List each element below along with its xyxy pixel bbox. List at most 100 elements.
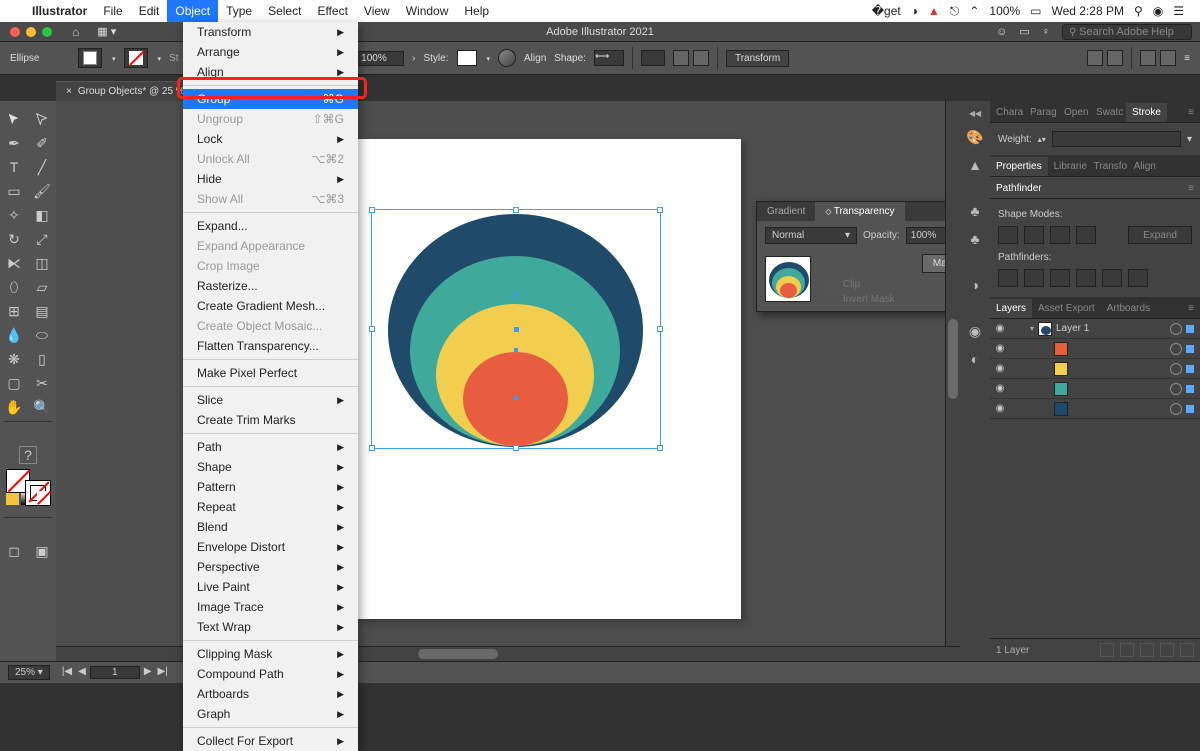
- properties-tab[interactable]: Properties: [990, 157, 1048, 176]
- next-artboard-icon[interactable]: ▶: [142, 666, 154, 679]
- fill-swatch[interactable]: [78, 48, 102, 68]
- selection-indicator[interactable]: [1186, 345, 1194, 353]
- resize-handle[interactable]: [513, 445, 519, 451]
- stroke-swatch[interactable]: [124, 48, 148, 68]
- visibility-toggle-icon[interactable]: ◉: [990, 403, 1010, 414]
- menu-file[interactable]: File: [95, 0, 130, 22]
- minus-front-icon[interactable]: [1024, 226, 1044, 244]
- direct-selection-tool[interactable]: [28, 107, 56, 131]
- corner-radius-input[interactable]: [641, 50, 665, 66]
- menu-item-lock[interactable]: Lock▶: [183, 129, 358, 149]
- opacity-input[interactable]: 100%: [356, 51, 404, 66]
- menu-item-live-paint[interactable]: Live Paint▶: [183, 577, 358, 597]
- zoom-level-input[interactable]: 25% ▾: [8, 665, 50, 680]
- target-icon[interactable]: [1170, 323, 1182, 335]
- symbols-panel-icon[interactable]: ♣: [966, 202, 984, 220]
- opacity-arrow[interactable]: ›: [412, 53, 415, 64]
- align-pixel-icon[interactable]: [1140, 50, 1156, 66]
- prev-artboard-icon[interactable]: ◀: [76, 666, 88, 679]
- swatches-panel-icon[interactable]: ◑: [966, 276, 984, 294]
- graphic-styles-panel-icon[interactable]: ◐: [966, 350, 984, 368]
- type-tool[interactable]: T: [0, 155, 28, 179]
- layer-row-parent[interactable]: ◉ ▾ Layer 1: [990, 319, 1200, 339]
- anchor-point[interactable]: [514, 293, 518, 297]
- menu-item-expand-[interactable]: Expand...: [183, 216, 358, 236]
- transparency-thumbnail[interactable]: [765, 256, 811, 302]
- edit-toolbar-button[interactable]: ?: [0, 443, 56, 467]
- menu-item-text-wrap[interactable]: Text Wrap▶: [183, 617, 358, 637]
- char-tab[interactable]: Chara: [990, 103, 1024, 122]
- clock[interactable]: Wed 2:28 PM: [1049, 4, 1125, 18]
- dock-collapse-icon[interactable]: ◀◀: [969, 109, 981, 118]
- scale-tool[interactable]: ⤢: [28, 227, 56, 251]
- delete-layer-icon[interactable]: [1180, 643, 1194, 657]
- layer-name[interactable]: Layer 1: [1056, 323, 1170, 334]
- spotlight-icon[interactable]: ⚲: [1132, 4, 1145, 18]
- merge-icon[interactable]: [1050, 269, 1070, 287]
- trim-icon[interactable]: [1024, 269, 1044, 287]
- blend-mode-select[interactable]: Normal▾: [765, 227, 857, 244]
- visibility-toggle-icon[interactable]: ◉: [990, 383, 1010, 394]
- artboard-nav[interactable]: |◀ ◀ 1 ▶ ▶|: [60, 666, 170, 679]
- menu-item-align[interactable]: Align▶: [183, 62, 358, 82]
- curvature-tool[interactable]: ✐: [28, 131, 56, 155]
- object-menu-dropdown[interactable]: Transform▶Arrange▶Align▶Group⌘GUngroup⇧⌘…: [183, 22, 358, 751]
- menu-item-rasterize-[interactable]: Rasterize...: [183, 276, 358, 296]
- artboard-index-input[interactable]: 1: [90, 666, 140, 679]
- layer-row-ellipse[interactable]: ◉: [990, 399, 1200, 419]
- first-artboard-icon[interactable]: |◀: [60, 666, 74, 679]
- selection-indicator[interactable]: [1186, 405, 1194, 413]
- app-menu[interactable]: Illustrator: [24, 4, 95, 18]
- panel-menu-icon[interactable]: ≡: [1182, 299, 1200, 318]
- cc-sync-icon[interactable]: ◑: [909, 4, 920, 18]
- control-center-icon[interactable]: ☰: [1171, 4, 1186, 18]
- selection-indicator[interactable]: [1186, 385, 1194, 393]
- center-anchor[interactable]: [514, 327, 519, 332]
- free-transform-tool[interactable]: ◫: [28, 251, 56, 275]
- menu-object[interactable]: Object: [167, 0, 218, 22]
- pen-tool[interactable]: ✒: [0, 131, 28, 155]
- menu-item-slice[interactable]: Slice▶: [183, 390, 358, 410]
- menu-item-compound-path[interactable]: Compound Path▶: [183, 664, 358, 684]
- pathfinder-tab[interactable]: Pathfinder: [990, 179, 1048, 198]
- menu-select[interactable]: Select: [260, 0, 309, 22]
- appearance-panel-icon[interactable]: ◉: [966, 322, 984, 340]
- user-icon[interactable]: ☺: [996, 26, 1007, 38]
- menu-item-create-trim-marks[interactable]: Create Trim Marks: [183, 410, 358, 430]
- new-sublayer-icon[interactable]: [1140, 643, 1154, 657]
- gradient-tool[interactable]: ▤: [28, 299, 56, 323]
- align-label[interactable]: Align: [524, 53, 546, 64]
- menu-item-pattern[interactable]: Pattern▶: [183, 477, 358, 497]
- menu-item-collect-for-export[interactable]: Collect For Export▶: [183, 731, 358, 751]
- layer-row-ellipse[interactable]: ◉: [990, 379, 1200, 399]
- window-minimize-icon[interactable]: [26, 27, 36, 37]
- transparency-tab[interactable]: ◇ Transparency: [815, 202, 904, 221]
- panel-menu-icon[interactable]: ≡: [1182, 179, 1200, 198]
- resize-handle[interactable]: [369, 445, 375, 451]
- layer-row-ellipse[interactable]: ◉: [990, 339, 1200, 359]
- menu-item-artboards[interactable]: Artboards▶: [183, 684, 358, 704]
- graphic-style-swatch[interactable]: [457, 50, 477, 66]
- close-tab-icon[interactable]: ×: [66, 86, 72, 97]
- graph-tool[interactable]: ▯: [28, 347, 56, 371]
- shaper-tool[interactable]: ✧: [0, 203, 28, 227]
- minus-back-icon[interactable]: [1128, 269, 1148, 287]
- menu-item-flatten-transparency-[interactable]: Flatten Transparency...: [183, 336, 358, 356]
- outline-icon[interactable]: [1102, 269, 1122, 287]
- crop-icon[interactable]: [1076, 269, 1096, 287]
- weight-stepper[interactable]: ▴▾: [1038, 135, 1046, 144]
- swatches-tab[interactable]: Swatc: [1090, 103, 1126, 122]
- menu-item-blend[interactable]: Blend▶: [183, 517, 358, 537]
- disclosure-icon[interactable]: ▾: [1026, 324, 1038, 333]
- wifi-icon[interactable]: ⌃: [967, 4, 981, 18]
- libraries-tab[interactable]: Librarie: [1048, 157, 1088, 176]
- eraser-tool[interactable]: ◧: [28, 203, 56, 227]
- menu-edit[interactable]: Edit: [131, 0, 168, 22]
- menu-item-path[interactable]: Path▶: [183, 437, 358, 457]
- isolate-icon-2[interactable]: [1107, 50, 1123, 66]
- bluetooth-icon[interactable]: ⎋: [948, 4, 962, 19]
- opentype-tab[interactable]: Open: [1058, 103, 1090, 122]
- menu-help[interactable]: Help: [456, 0, 497, 22]
- panel-menu-icon[interactable]: ≡: [1182, 103, 1200, 122]
- align-tab[interactable]: Align: [1128, 157, 1162, 176]
